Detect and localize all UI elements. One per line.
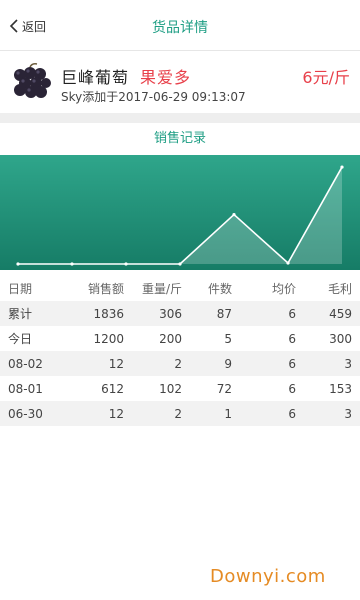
watermark-logo: Downyi.com (210, 566, 326, 587)
table-row[interactable]: 08-02 12 2 9 6 3 (0, 351, 360, 376)
cell-date: 08-01 (8, 381, 43, 396)
col-profit: 毛利 (327, 282, 352, 296)
chart-point (340, 165, 344, 169)
chart-point (286, 261, 290, 265)
col-avg-price: 均价 (271, 282, 296, 296)
watermark-text: Downyi (210, 566, 280, 587)
cell-weight: 2 (174, 406, 182, 421)
section-divider (0, 113, 360, 123)
shop-name: 果爱多 (140, 68, 192, 87)
cell-date: 08-02 (8, 356, 43, 371)
col-weight: 重量/斤 (141, 282, 182, 296)
cell-weight: 2 (174, 356, 182, 371)
cell-count: 9 (224, 356, 232, 371)
page-title: 货品详情 (152, 20, 208, 36)
cell-date: 06-30 (8, 406, 43, 421)
top-nav-bar: 返回 货品详情 (0, 0, 360, 51)
grapes-icon (14, 63, 51, 98)
product-price: 6元/斤 (302, 68, 350, 87)
cell-weight: 102 (159, 381, 182, 396)
cell-profit: 300 (329, 331, 352, 346)
cell-avg-price: 6 (288, 381, 296, 396)
col-sales: 销售额 (87, 282, 124, 296)
cell-avg-price: 6 (288, 406, 296, 421)
cell-avg-price: 6 (288, 306, 296, 321)
cell-date: 累计 (8, 307, 33, 321)
table-row[interactable]: 08-01 612 102 72 6 153 (0, 376, 360, 401)
cell-weight: 200 (159, 331, 182, 346)
sales-table: 日期 销售额 重量/斤 件数 均价 毛利 累计 1836 306 87 6 45… (0, 276, 360, 426)
cell-sales: 12 (108, 406, 124, 421)
product-name: 巨峰葡萄 (61, 68, 130, 87)
chart-point (178, 262, 182, 266)
chart-point (16, 262, 20, 266)
cell-weight: 306 (159, 306, 182, 321)
cell-count: 1 (224, 406, 232, 421)
cell-profit: 3 (344, 406, 352, 421)
cell-profit: 459 (329, 306, 352, 321)
sales-chart (0, 155, 360, 270)
added-info: Sky添加于2017-06-29 09:13:07 (61, 90, 246, 104)
cell-profit: 3 (344, 356, 352, 371)
cell-sales: 612 (101, 381, 124, 396)
table-header: 日期 销售额 重量/斤 件数 均价 毛利 (0, 276, 360, 301)
table-row[interactable]: 今日 1200 200 5 6 300 (0, 326, 360, 351)
chart-point (124, 262, 128, 266)
table-row[interactable]: 累计 1836 306 87 6 459 (0, 301, 360, 326)
cell-count: 87 (216, 306, 232, 321)
product-card: 巨峰葡萄 果爱多 6元/斤 Sky添加于2017-06-29 09:13:07 (0, 51, 360, 113)
sales-section-title: 销售记录 (0, 123, 360, 155)
cell-date: 今日 (8, 332, 33, 346)
col-date: 日期 (8, 282, 33, 296)
chart-point (70, 262, 74, 266)
cell-sales: 1836 (93, 306, 124, 321)
cell-count: 5 (224, 331, 232, 346)
cell-profit: 153 (329, 381, 352, 396)
chart-point (232, 212, 236, 217)
cell-count: 72 (216, 381, 232, 396)
col-count: 件数 (207, 282, 232, 296)
cell-sales: 12 (108, 356, 124, 371)
cell-avg-price: 6 (288, 331, 296, 346)
cell-sales: 1200 (93, 331, 124, 346)
watermark-suffix: .com (279, 566, 326, 587)
cell-avg-price: 6 (288, 356, 296, 371)
table-row[interactable]: 06-30 12 2 1 6 3 (0, 401, 360, 426)
